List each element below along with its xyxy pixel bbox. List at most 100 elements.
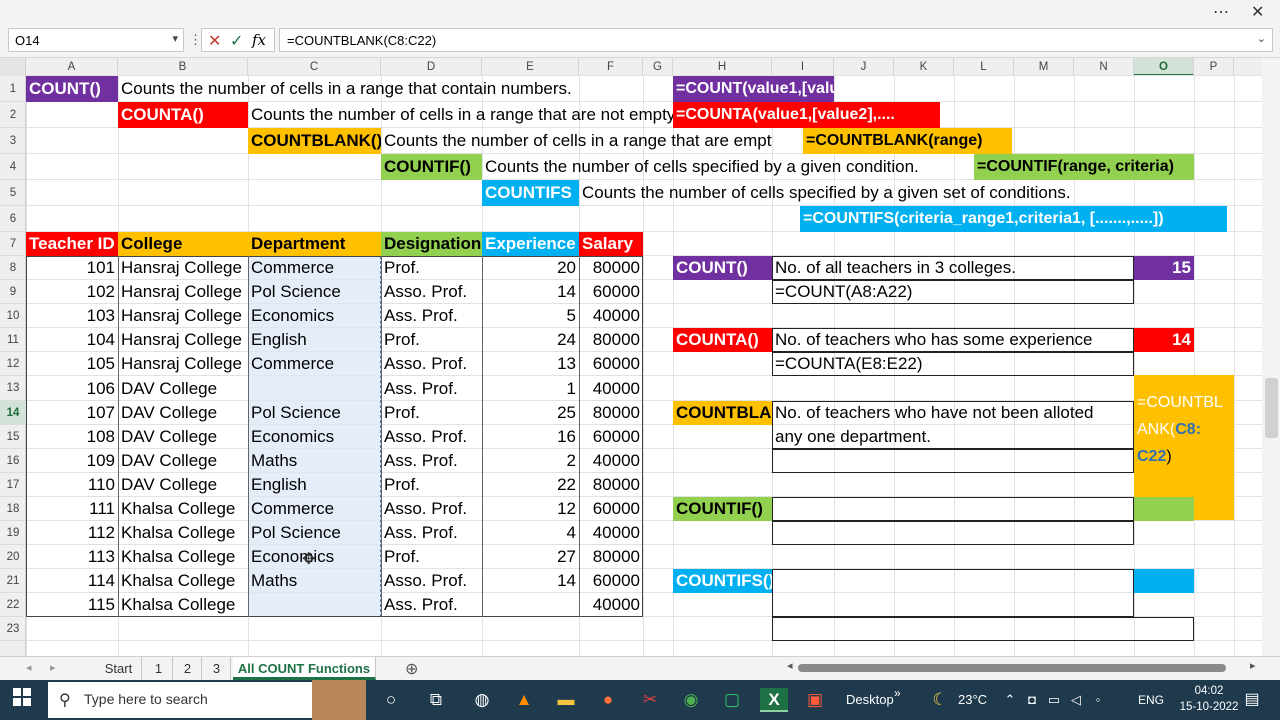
notifications-icon[interactable]: ▤ (1240, 688, 1264, 712)
tab-start[interactable]: Start (96, 657, 142, 680)
column-header-f[interactable]: F (579, 58, 643, 76)
column-header-b[interactable]: B (118, 58, 248, 76)
weather-moon-icon[interactable]: ☾ (928, 688, 952, 712)
excel-icon[interactable]: X (760, 688, 788, 712)
row-header-4[interactable]: 4 (0, 154, 26, 180)
row-header-14[interactable]: 14 (0, 401, 26, 425)
firefox-icon[interactable]: ● (596, 688, 620, 712)
row-header-9[interactable]: 9 (0, 280, 26, 304)
column-header-d[interactable]: D (381, 58, 482, 76)
vlc-icon[interactable]: ▲ (512, 688, 536, 712)
language-indicator[interactable]: ENG (1138, 693, 1164, 707)
show-hidden-icons-icon[interactable]: ⌃ (998, 688, 1022, 712)
column-header-l[interactable]: L (954, 58, 1014, 76)
cortana-icon[interactable]: ○ (379, 688, 403, 712)
table-header-1: College (118, 232, 248, 256)
countblank-formula-box (772, 449, 1134, 473)
close-window-icon[interactable]: ✕ (1251, 2, 1264, 22)
taskbar-search-input[interactable]: ⚲ Type here to search (48, 682, 312, 718)
row-header-2[interactable]: 2 (0, 102, 26, 128)
example-countif-result (1134, 497, 1194, 521)
camtasia-icon[interactable]: ▢ (720, 688, 744, 712)
row-header-7[interactable]: 7 (0, 232, 26, 256)
news-widget-icon[interactable] (312, 680, 366, 720)
scroll-left-icon[interactable]: ◂ (787, 659, 793, 672)
app-icon[interactable]: ◍ (470, 688, 494, 712)
row-header-3[interactable]: 3 (0, 128, 26, 154)
row-header-20[interactable]: 20 (0, 545, 26, 569)
file-explorer-icon[interactable]: ▬ (554, 688, 578, 712)
row-header-23[interactable]: 23 (0, 617, 26, 641)
formula-input[interactable]: =COUNTBLANK(C8:C22) ⌄ (279, 28, 1273, 52)
tab-2[interactable]: 2 (174, 657, 202, 680)
column-header-n[interactable]: N (1074, 58, 1134, 76)
chevron-down-icon[interactable]: ▾ (172, 32, 178, 45)
row-header-1[interactable]: 1 (0, 76, 26, 102)
camera-icon[interactable]: ◘ (1020, 688, 1044, 712)
column-header-m[interactable]: M (1014, 58, 1074, 76)
toolbar-chevron[interactable]: » (894, 686, 901, 700)
column-header-o[interactable]: O (1134, 58, 1194, 76)
temperature[interactable]: 23°C (958, 692, 987, 707)
row-header-15[interactable]: 15 (0, 425, 26, 449)
horizontal-scrollbar[interactable]: ◂ ▸ (787, 659, 1260, 675)
row-header-17[interactable]: 17 (0, 473, 26, 497)
column-header-e[interactable]: E (482, 58, 579, 76)
column-header-h[interactable]: H (673, 58, 772, 76)
row-header-8[interactable]: 8 (0, 256, 26, 280)
row-header-13[interactable]: 13 (0, 376, 26, 401)
row-header-6[interactable]: 6 (0, 206, 26, 232)
table-column-divider (118, 256, 119, 617)
volume-icon[interactable]: ◁ (1064, 688, 1088, 712)
camtasia-recorder-icon[interactable]: ▣ (803, 688, 827, 712)
clock[interactable]: 04:02 15-10-2022 (1178, 683, 1240, 715)
tab-1[interactable]: 1 (145, 657, 173, 680)
column-header-g[interactable]: G (643, 58, 673, 76)
cell-area[interactable]: COUNT() Counts the number of cells in a r… (26, 75, 1262, 656)
countifs-fn-label: COUNTIFS (482, 180, 579, 206)
row-header-21[interactable]: 21 (0, 569, 26, 593)
expand-formula-icon[interactable]: ⌄ (1257, 32, 1266, 45)
task-view-icon[interactable]: ⧉ (424, 688, 448, 712)
column-header-c[interactable]: C (248, 58, 381, 76)
vertical-scroll-thumb[interactable] (1265, 378, 1278, 438)
prev-sheet-icon[interactable]: ◂ (26, 661, 32, 674)
mic-icon[interactable]: ◦ (1086, 688, 1110, 712)
select-all-corner[interactable] (0, 58, 26, 76)
row-header-10[interactable]: 10 (0, 304, 26, 328)
vertical-scrollbar[interactable] (1262, 58, 1280, 656)
scroll-right-icon[interactable]: ▸ (1250, 659, 1256, 672)
row-header-12[interactable]: 12 (0, 352, 26, 376)
column-header-k[interactable]: K (894, 58, 954, 76)
row-header-11[interactable]: 11 (0, 328, 26, 352)
name-box[interactable]: O14 ▾ (8, 28, 184, 52)
chrome-icon[interactable]: ◉ (679, 688, 703, 712)
tab-all-count-functions[interactable]: All COUNT Functions (233, 657, 376, 680)
horizontal-scroll-thumb[interactable] (798, 664, 1226, 672)
tab-3[interactable]: 3 (203, 657, 231, 680)
windows-start-icon[interactable] (10, 688, 34, 712)
row-header-16[interactable]: 16 (0, 449, 26, 473)
more-options-icon[interactable]: ⋯ (1213, 2, 1229, 22)
row-header-19[interactable]: 19 (0, 521, 26, 545)
desktop-toolbar-label[interactable]: Desktop (846, 692, 894, 707)
insert-function-icon[interactable]: fx (252, 31, 266, 49)
cancel-icon[interactable]: ✕ (208, 31, 221, 51)
count-syntax: =COUNT(value1,[value2],....) (673, 76, 834, 102)
column-header-i[interactable]: I (772, 58, 834, 76)
row-header-22[interactable]: 22 (0, 593, 26, 617)
enter-icon[interactable]: ✓ (230, 31, 243, 51)
row-header-18[interactable]: 18 (0, 497, 26, 521)
countif-question-box (772, 497, 1134, 521)
snipping-tool-icon[interactable]: ✂ (638, 688, 662, 712)
row-header-5[interactable]: 5 (0, 180, 26, 206)
column-header-p[interactable]: P (1194, 58, 1234, 76)
network-icon[interactable]: ▭ (1042, 688, 1066, 712)
add-sheet-icon[interactable]: ⊕ (405, 659, 418, 679)
edit-line-3b: ) (1166, 448, 1172, 465)
next-sheet-icon[interactable]: ▸ (50, 661, 56, 674)
edit-range-ref-1: C8: (1175, 421, 1202, 438)
search-icon: ⚲ (59, 692, 71, 709)
column-header-a[interactable]: A (26, 58, 118, 76)
column-header-j[interactable]: J (834, 58, 894, 76)
